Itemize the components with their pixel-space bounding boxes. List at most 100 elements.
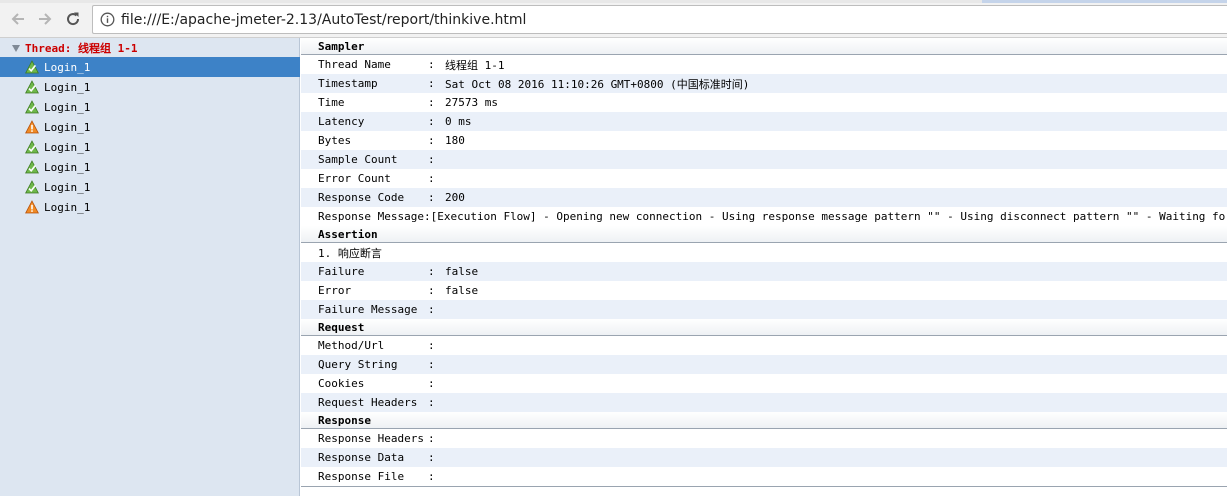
- tree-item-label: Login_1: [44, 140, 91, 154]
- detail-key: Failure Message: [318, 303, 418, 316]
- thread-node[interactable]: Thread: 线程组 1-1: [0, 40, 137, 56]
- detail-colon: :: [428, 58, 435, 71]
- success-icon: [25, 60, 39, 74]
- detail-value: [Execution Flow] - Opening new connectio…: [430, 210, 1227, 223]
- detail-key: Request Headers: [318, 396, 418, 409]
- detail-row: Thread Name: 线程组 1-1: [301, 55, 1227, 74]
- detail-key: Response Headers: [318, 432, 424, 445]
- arrow-left-icon: [11, 13, 24, 25]
- detail-colon: :: [428, 153, 435, 166]
- detail-row: Error: false: [301, 281, 1227, 300]
- detail-key: Error Count: [318, 172, 391, 185]
- detail-value: 180: [445, 134, 465, 147]
- detail-value: Sat Oct 08 2016 11:10:26 GMT+0800 (中国标准时…: [445, 77, 750, 91]
- tree-item-login[interactable]: Login_1: [0, 177, 300, 197]
- tree-item-login[interactable]: Login_1: [0, 57, 300, 77]
- info-icon[interactable]: [100, 12, 115, 27]
- tree-item-login[interactable]: Login_1: [0, 157, 300, 177]
- detail-colon: :: [423, 210, 431, 223]
- assertion-title: 1. 响应断言: [318, 246, 382, 260]
- detail-value: false: [445, 284, 479, 297]
- detail-colon: :: [428, 377, 435, 390]
- detail-colon: :: [428, 134, 435, 147]
- detail-key: Response Message: [318, 210, 424, 223]
- detail-row: Response Data:: [301, 448, 1227, 467]
- success-icon: [25, 160, 39, 174]
- success-icon: [25, 180, 39, 194]
- tree-item-label: Login_1: [44, 120, 91, 134]
- detail-colon: :: [428, 339, 435, 352]
- section-title: Sampler: [318, 40, 365, 53]
- detail-row: Timestamp: Sat Oct 08 2016 11:10:26 GMT+0…: [301, 74, 1227, 93]
- sampler-rows: Thread Name: 线程组 1-1 Timestamp: Sat Oct 08 …: [301, 55, 1227, 226]
- collapse-triangle-icon[interactable]: [12, 44, 20, 52]
- detail-colon: :: [428, 284, 435, 297]
- url-text[interactable]: file:///E:/apache-jmeter-2.13/AutoTest/r…: [121, 12, 526, 28]
- detail-colon: :: [428, 265, 435, 278]
- detail-colon: :: [428, 191, 435, 204]
- sampler-section-header: Sampler: [301, 38, 1227, 55]
- detail-row: Response Message: [Execution Flow] - Open…: [301, 207, 1227, 226]
- detail-colon: :: [428, 432, 435, 445]
- detail-key: Time: [318, 96, 345, 109]
- success-icon: [25, 80, 39, 94]
- sample-tree: Thread: 线程组 1-1 Login_1 Login_1 Login_1 Log…: [0, 38, 300, 496]
- detail-colon: :: [428, 172, 435, 185]
- address-bar[interactable]: file:///E:/apache-jmeter-2.13/AutoTest/r…: [92, 5, 1227, 34]
- section-title: Response: [318, 414, 371, 427]
- detail-key: Sample Count: [318, 153, 398, 166]
- arrow-right-icon: [39, 13, 52, 25]
- detail-colon: :: [428, 358, 435, 371]
- detail-key: Method/Url: [318, 339, 385, 352]
- detail-key: Latency: [318, 115, 365, 128]
- detail-key: Thread Name: [318, 58, 391, 71]
- tree-item-login[interactable]: Login_1: [0, 137, 300, 157]
- assertion-title-row: 1. 响应断言: [301, 243, 1227, 262]
- detail-row: Method/Url:: [301, 336, 1227, 355]
- back-button[interactable]: [7, 8, 29, 30]
- success-icon: [25, 140, 39, 154]
- section-title: Request: [318, 321, 365, 334]
- detail-colon: :: [428, 77, 435, 90]
- detail-key: Query String: [318, 358, 398, 371]
- detail-key: Bytes: [318, 134, 352, 147]
- active-tab-strip: [982, 0, 1227, 3]
- detail-colon: :: [428, 303, 435, 316]
- tree-item-label: Login_1: [44, 100, 91, 114]
- tree-item-login[interactable]: Login_1: [0, 77, 300, 97]
- detail-row: Response File:: [301, 467, 1227, 486]
- reload-button[interactable]: [62, 8, 84, 30]
- tree-item-login[interactable]: Login_1: [0, 117, 300, 137]
- tree-item-login[interactable]: Login_1: [0, 97, 300, 117]
- detail-row: Cookies:: [301, 374, 1227, 393]
- detail-colon: :: [428, 470, 435, 483]
- warning-icon: [25, 120, 39, 134]
- detail-key: Response Code: [318, 191, 405, 204]
- forward-button[interactable]: [34, 8, 56, 30]
- detail-row: Time:27573 ms: [301, 93, 1227, 112]
- browser-toolbar: file:///E:/apache-jmeter-2.13/AutoTest/r…: [0, 0, 1227, 38]
- tree-item-login[interactable]: Login_1: [0, 197, 300, 217]
- bottom-divider: [301, 486, 1227, 487]
- detail-value: 0 ms: [445, 115, 472, 128]
- detail-value: 27573 ms: [445, 96, 498, 109]
- detail-row: Failure Message:: [301, 300, 1227, 319]
- tree-item-label: Login_1: [44, 180, 91, 194]
- detail-row: Error Count:: [301, 169, 1227, 188]
- reload-icon: [67, 12, 80, 26]
- detail-key: Response Data: [318, 451, 405, 464]
- detail-colon: :: [428, 396, 435, 409]
- detail-colon: :: [428, 96, 435, 109]
- detail-colon: :: [428, 115, 435, 128]
- request-section-header: Request: [301, 319, 1227, 336]
- tree-item-label: Login_1: [44, 80, 91, 94]
- detail-row: Bytes:180: [301, 131, 1227, 150]
- tree-item-label: Login_1: [44, 60, 91, 74]
- thread-label: Thread: 线程组 1-1: [25, 42, 138, 55]
- detail-key: Response File: [318, 470, 405, 483]
- detail-key: Cookies: [318, 377, 365, 390]
- detail-value: 200: [445, 191, 465, 204]
- warning-icon: [25, 200, 39, 214]
- detail-key: Error: [318, 284, 352, 297]
- tree-item-label: Login_1: [44, 160, 91, 174]
